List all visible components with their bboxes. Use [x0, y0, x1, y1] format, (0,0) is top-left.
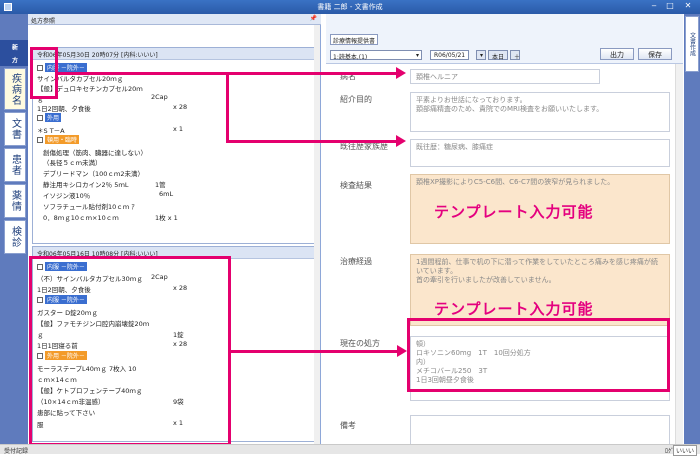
- panel-header: 処方参照 📌: [28, 14, 321, 25]
- rx-qty: 6mL: [159, 190, 174, 198]
- rx-line: イソジン液10％: [43, 192, 91, 200]
- title-bar: 書籍 二郎 - 文書作成 ‒ □ ✕: [0, 0, 700, 14]
- save-button[interactable]: 保存: [638, 48, 672, 60]
- tab-patient[interactable]: 患者: [4, 148, 26, 182]
- arrow-head-icon: [397, 345, 407, 357]
- tab-documents[interactable]: 文書: [4, 112, 26, 146]
- close-button[interactable]: ✕: [682, 1, 694, 10]
- tab-disease[interactable]: 疾病名: [4, 68, 26, 110]
- remarks-field[interactable]: [410, 415, 670, 447]
- label-purpose: 紹介目的: [340, 95, 372, 104]
- arrow-head-icon: [396, 67, 406, 79]
- today-button[interactable]: 本日: [488, 50, 508, 61]
- rx-line: 静注用キシロカイン2％ 5ｍL: [43, 181, 129, 189]
- rx-line: 1日2回朝、夕食後: [37, 105, 91, 113]
- template-select[interactable]: 1:読基本,(1) ▾: [330, 50, 422, 61]
- rx-block-1[interactable]: 令和06年05月30日 20時07分 [内科:いいい] 内服 －院外－ サインバ…: [32, 47, 315, 244]
- arrow-line: [226, 140, 398, 143]
- tab-document-create[interactable]: 文書作成: [685, 16, 699, 72]
- label-current-rx: 現在の処方: [340, 339, 380, 348]
- tab-checkup[interactable]: 検診: [4, 220, 26, 254]
- window-title: 書籍 二郎 - 文書作成: [317, 3, 383, 11]
- arrow-head-icon: [396, 135, 406, 147]
- rx-line: ＊S T－A: [37, 127, 65, 135]
- label-remarks: 備考: [340, 421, 356, 430]
- history-field[interactable]: 既往歴：糖尿病、膝痛症: [410, 139, 670, 167]
- panel-title: 処方参照: [31, 18, 56, 25]
- disease-field[interactable]: 頚椎ヘルニア: [410, 69, 600, 84]
- pin-icon[interactable]: 📌: [310, 15, 317, 22]
- right-scrollbar[interactable]: [675, 64, 683, 444]
- chevron-down-icon: ▾: [415, 52, 419, 59]
- print-button[interactable]: 出力: [600, 48, 634, 60]
- rx-line: 外用: [37, 113, 62, 122]
- tab-drug-info[interactable]: 薬情: [4, 184, 26, 218]
- tab-new-rx[interactable]: 新 方: [0, 40, 28, 66]
- label-exam: 検査結果: [340, 181, 372, 190]
- rx-block-1-header: 令和06年05月30日 20時07分 [内科:いいい]: [33, 48, 314, 60]
- tab-referral-letter[interactable]: 診療情報提供書: [330, 34, 378, 45]
- rx-qty: x 1: [173, 125, 184, 133]
- rx-line: 創傷処理（筋肉、臓器に達しない）: [43, 149, 147, 157]
- highlight-current-rx: [407, 318, 670, 392]
- rx-line: デブリードマン（100ｃｍ2未満）: [43, 170, 145, 178]
- label-course: 治療経過: [340, 257, 372, 266]
- highlight-disease-tab: [30, 47, 58, 99]
- left-scrollbar[interactable]: [314, 25, 320, 444]
- maximize-button[interactable]: □: [664, 1, 676, 10]
- template-available-label: テンプレート入力可能: [434, 300, 594, 318]
- rx-qty: 1枚 x 1: [155, 214, 178, 222]
- rx-qty: 1管: [155, 181, 166, 189]
- user-button[interactable]: いいい: [672, 445, 697, 456]
- rx-qty: x 28: [173, 103, 188, 111]
- minimize-button[interactable]: ‒: [648, 1, 660, 10]
- rx-qty: 2Cap: [151, 93, 168, 101]
- left-tab-strip: 新 方 疾病名 文書 患者 薬情 検診: [0, 14, 28, 444]
- rx-line: （長径５ｃｍ未満）: [43, 159, 102, 167]
- date-field[interactable]: R06/05/21: [430, 50, 470, 60]
- calendar-dropdown-button[interactable]: ▾: [476, 50, 486, 60]
- status-bar: 受付記録 ﾛｸﾞｲﾝ いいい: [0, 444, 700, 456]
- form-toolbar: 診療情報提供書 1:読基本,(1) ▾ R06/05/21 ▾ 本日 ＋ 出力 保…: [326, 14, 683, 64]
- rx-line: ソフラチュール貼付剤10ｃｍ ｱ: [43, 203, 135, 211]
- right-tab-strip: 文書作成: [684, 14, 700, 444]
- template-available-label: テンプレート入力可能: [434, 203, 594, 221]
- highlight-rx-block: [29, 256, 231, 446]
- add-button[interactable]: ＋: [510, 50, 520, 61]
- purpose-field[interactable]: 平素よりお世話になっております。 頚部痛精査のため、貴院でのMRI検査をお願いい…: [410, 92, 670, 132]
- rx-line: 0．8ｍｇ10ｃｍ×10ｃｍ: [43, 214, 119, 222]
- rx-line: 頓用・臨時: [37, 135, 80, 144]
- arrow-line: [231, 350, 399, 353]
- arrow-line: [226, 72, 229, 142]
